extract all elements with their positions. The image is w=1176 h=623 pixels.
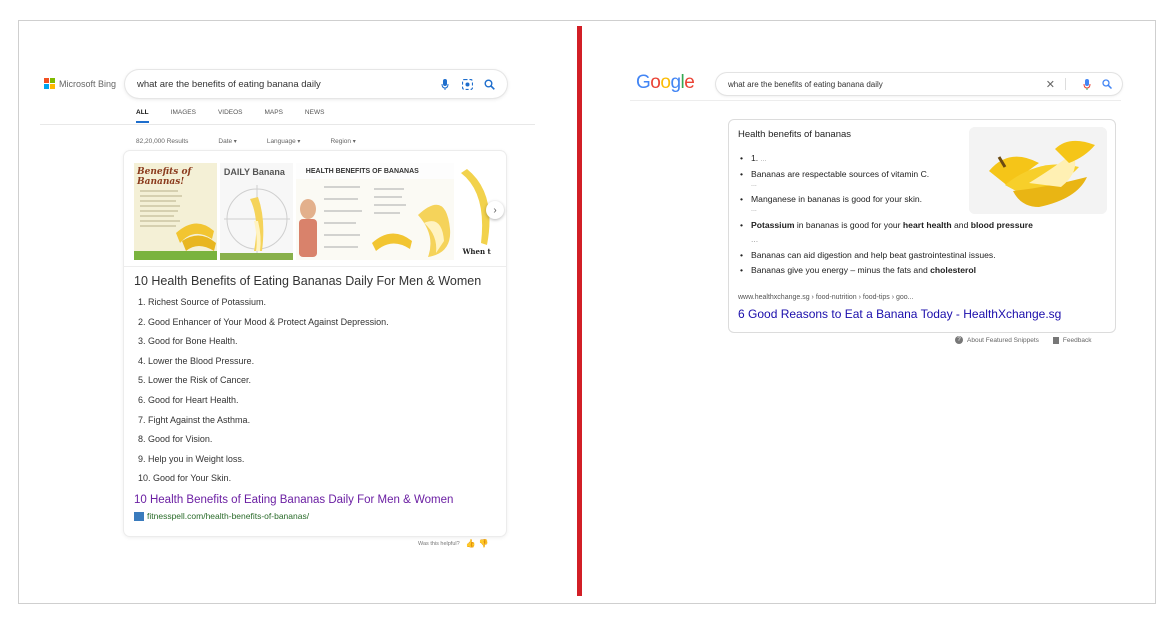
image-carousel: Benefits of Bananas! DAILY Banana HEALTH…	[134, 163, 496, 260]
list-item: 4. Lower the Blood Pressure.	[138, 355, 255, 366]
snippet-title: Health benefits of bananas	[738, 129, 852, 140]
benefits-list: 1. Richest Source of Potassium. 2. Good …	[138, 297, 389, 493]
language-filter[interactable]: Language	[267, 138, 301, 145]
list-item: 10. Good for Your Skin.	[138, 473, 232, 484]
microphone-icon[interactable]	[1080, 77, 1094, 91]
thumb-caption: Benefits of Bananas!	[137, 167, 192, 187]
tab-news[interactable]: NEWS	[305, 109, 325, 116]
helpful-label: Was this helpful?	[418, 540, 460, 547]
visual-search-icon[interactable]	[459, 76, 475, 92]
chevron-right-icon[interactable]: ›	[486, 201, 504, 219]
list-item: 9. Help you in Weight loss.	[138, 453, 245, 464]
red-divider	[577, 26, 582, 596]
bullet-text: Manganese in bananas is good for your sk…	[751, 194, 923, 204]
tab-maps[interactable]: MAPS	[265, 109, 283, 116]
image-thumb[interactable]: DAILY Banana	[219, 163, 293, 260]
microphone-icon[interactable]	[437, 76, 453, 92]
bing-answer-card: Benefits of Bananas! DAILY Banana HEALTH…	[124, 151, 506, 536]
helpful-feedback: Was this helpful? 👍👎	[418, 539, 492, 548]
date-filter[interactable]: Date	[218, 138, 236, 145]
feedback-label: Feedback	[1062, 336, 1092, 344]
thumb-caption: When t	[462, 247, 491, 256]
result-link[interactable]: 6 Good Reasons to Eat a Banana Today - H…	[738, 307, 1061, 321]
image-thumb[interactable]: HEALTH BENEFITS OF BANANAS	[295, 163, 454, 260]
tab-all[interactable]: ALL	[136, 109, 149, 123]
bullet-bold: blood pressure	[970, 220, 1033, 230]
thumbs-down-icon[interactable]: 👎	[479, 539, 492, 548]
bullet-ellipsis: ...	[751, 206, 757, 213]
card-divider	[124, 266, 506, 267]
search-icon[interactable]	[481, 76, 497, 92]
thumb-caption: HEALTH BENEFITS OF BANANAS	[305, 168, 419, 175]
tab-videos[interactable]: VIDEOS	[218, 109, 243, 116]
thumbs-up-icon[interactable]: 👍	[466, 539, 479, 548]
bing-brand-text: Microsoft Bing	[59, 78, 117, 89]
list-item: 2. Good Enhancer of Your Mood & Protect …	[138, 316, 389, 327]
bullet-bold: heart health	[902, 220, 952, 230]
bullet-item: Bananas are respectable sources of vitam…	[739, 168, 1039, 189]
bullet-item: Bananas can aid digestion and help beat …	[739, 249, 1039, 261]
bing-filter-bar: 82,20,000 Results Date Language Region	[136, 138, 356, 145]
bullet-item: Manganese in bananas is good for your sk…	[739, 193, 1039, 214]
bing-logo[interactable]: Microsoft Bing	[44, 78, 116, 89]
bullet-text: and	[951, 220, 971, 230]
tabs-divider	[40, 124, 535, 125]
bullet-ellipsis: ...	[751, 181, 757, 188]
bullet-text: Bananas are respectable sources of vitam…	[751, 169, 930, 179]
featured-snippet-card: Health benefits of bananas 1. ... Banana…	[728, 119, 1116, 333]
answer-title: 10 Health Benefits of Eating Bananas Dai…	[134, 274, 482, 288]
list-item: 5. Lower the Risk of Cancer.	[138, 375, 252, 386]
bullet-bold: cholesterol	[930, 265, 977, 275]
bullet-text: in bananas is good for your	[794, 220, 903, 230]
bullet-ellipsis: ...	[760, 156, 767, 163]
results-count: 82,20,000 Results	[136, 138, 189, 145]
feedback-button[interactable]: Feedback	[1052, 336, 1092, 344]
list-item: 3. Good for Bone Health.	[138, 336, 238, 347]
bing-search-input[interactable]: what are the benefits of eating banana d…	[137, 79, 431, 90]
favicon-icon	[134, 511, 144, 521]
bing-search-box[interactable]: what are the benefits of eating banana d…	[125, 70, 507, 98]
list-item: 8. Good for Vision.	[138, 434, 213, 445]
help-icon: ?	[955, 336, 963, 344]
snippet-footer: ? About Featured Snippets Feedback	[955, 336, 1091, 344]
region-filter[interactable]: Region	[330, 138, 355, 145]
google-header-divider	[630, 100, 1121, 101]
source-url[interactable]: fitnesspell.com/health-benefits-of-banan…	[134, 511, 309, 521]
about-label: About Featured Snippets	[967, 336, 1039, 344]
source-link[interactable]: 10 Health Benefits of Eating Bananas Dai…	[134, 494, 453, 506]
tab-images[interactable]: IMAGES	[171, 109, 196, 116]
feedback-icon	[1052, 336, 1059, 344]
bullet-bold: Potassium	[751, 220, 795, 230]
bullet-item: Potassium in bananas is good for your he…	[739, 218, 1039, 246]
microsoft-logo-icon	[44, 78, 55, 89]
bullet-text: 1.	[751, 153, 759, 163]
thumb-caption: DAILY Banana	[223, 167, 285, 177]
bullet-item: Bananas give you energy – minus the fats…	[739, 264, 1039, 276]
google-search-input[interactable]: what are the benefits of eating banana d…	[728, 80, 1046, 89]
google-logo[interactable]: Google	[636, 72, 695, 94]
bullet-ellipsis: ...	[751, 234, 759, 244]
bullet-text: Bananas can aid digestion and help beat …	[751, 250, 996, 260]
google-search-box[interactable]: what are the benefits of eating banana d…	[716, 73, 1122, 95]
list-item: 6. Good for Heart Health.	[138, 394, 239, 405]
bullet-text: Bananas give you energy – minus the fats…	[751, 265, 931, 275]
result-breadcrumb[interactable]: www.healthxchange.sg › food-nutrition › …	[738, 294, 913, 301]
image-thumb[interactable]: Benefits of Bananas!	[134, 163, 217, 260]
snippet-bullets: 1. ... Bananas are respectable sources o…	[739, 152, 1039, 276]
about-featured-snippets[interactable]: ? About Featured Snippets	[955, 336, 1039, 344]
list-item: 1. Richest Source of Potassium.	[138, 297, 267, 307]
bullet-item: 1. ...	[739, 152, 1039, 166]
source-url-text: fitnesspell.com/health-benefits-of-banan…	[147, 511, 310, 521]
bing-tabs: ALL IMAGES VIDEOS MAPS NEWS	[136, 109, 325, 123]
search-icon[interactable]	[1100, 77, 1114, 91]
clear-icon[interactable]: ✕	[1046, 78, 1055, 91]
search-separator	[1065, 78, 1066, 90]
list-item: 7. Fight Against the Asthma.	[138, 414, 251, 425]
